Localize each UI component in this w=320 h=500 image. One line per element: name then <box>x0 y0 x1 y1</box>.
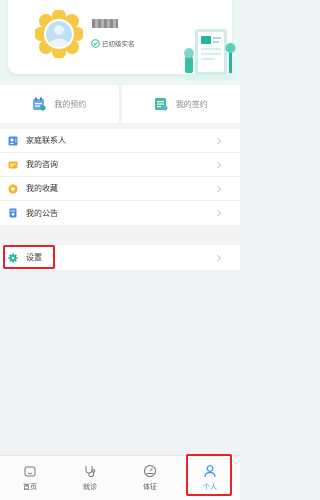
chevron-right-icon <box>213 160 222 169</box>
nav-tab-vitals[interactable]: 体征 <box>120 456 180 500</box>
menu-item-family-contacts[interactable]: 家庭联系人 <box>0 129 240 153</box>
menu-list: 家庭联系人 我的咨询 我的收藏 我的公告 <box>0 129 240 225</box>
menu-label-my-favorites: 我的收藏 <box>26 184 58 193</box>
verification-status: 已初级实名 <box>91 38 135 48</box>
contacts-icon <box>8 136 18 145</box>
chevron-right-icon <box>213 209 222 217</box>
gauge-icon <box>144 465 156 477</box>
settings-highlight-box <box>3 245 55 269</box>
nav-label-vitals: 体征 <box>143 483 157 491</box>
notice-icon <box>9 208 17 218</box>
quick-actions: 我的预约 我的签约 <box>0 85 240 123</box>
verified-check-icon <box>91 38 100 48</box>
menu-item-my-consultations[interactable]: 我的咨询 <box>0 153 240 177</box>
contract-icon <box>154 98 168 111</box>
my-contracts-button[interactable]: 我的签约 <box>121 85 240 123</box>
my-contracts-label: 我的签约 <box>175 99 208 109</box>
menu-item-my-notices[interactable]: 我的公告 <box>0 201 240 225</box>
health-card-illustration-icon <box>179 29 236 81</box>
chevron-right-icon <box>213 136 222 145</box>
profile-card[interactable]: 已初级实名 <box>8 0 236 81</box>
verification-text: 已初级实名 <box>102 40 135 48</box>
my-appointments-label: 我的预约 <box>54 99 87 109</box>
chevron-right-icon <box>213 184 222 193</box>
nav-label-visits: 就诊 <box>83 483 97 491</box>
menu-item-my-favorites[interactable]: 我的收藏 <box>0 177 240 201</box>
menu-label-my-notices: 我的公告 <box>26 208 58 218</box>
username-masked <box>92 19 118 28</box>
my-appointments-button[interactable]: 我的预约 <box>0 85 119 123</box>
menu-label-my-consultations: 我的咨询 <box>26 160 58 169</box>
profile-tab-highlight-box <box>186 454 232 496</box>
avatar[interactable] <box>35 10 83 58</box>
nav-tab-home[interactable]: 首页 <box>0 456 60 500</box>
calendar-clipboard-icon <box>33 97 46 111</box>
stethoscope-icon <box>85 466 96 478</box>
home-icon <box>24 466 36 477</box>
nav-tab-visits[interactable]: 就诊 <box>60 456 120 500</box>
menu-label-family-contacts: 家庭联系人 <box>26 136 66 145</box>
message-icon <box>8 161 18 168</box>
nav-label-home: 首页 <box>23 483 37 491</box>
star-icon <box>8 183 18 194</box>
chevron-right-icon <box>213 253 222 262</box>
